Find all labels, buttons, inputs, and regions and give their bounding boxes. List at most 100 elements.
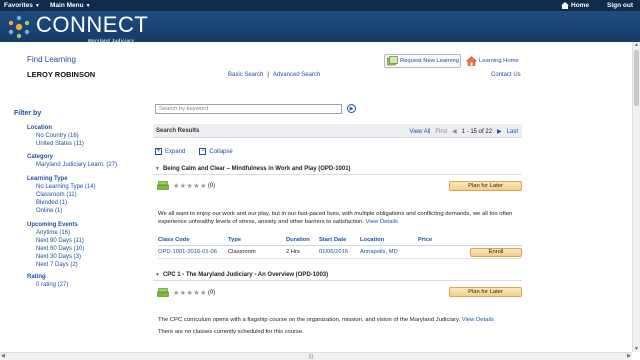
col-header: Location [360,237,385,243]
filter-group-upcoming-events: Upcoming Events Anytime (16) Next 90 Day… [27,222,84,269]
plan-for-later-button[interactable]: Plan for Later [449,181,522,191]
user-name: LEROY ROBINSON [27,70,96,79]
class-type: Classroom [228,249,256,255]
brand-subtitle: Maryland Judiciary [88,38,135,43]
request-learning-icon [387,56,398,66]
search-go-button[interactable]: ▶ [347,104,356,113]
course-description: We all want to enjoy our work and our pl… [158,211,518,226]
filter-heading: Filter by [14,110,42,117]
filter-option[interactable]: Blended (1) [36,199,96,207]
rating-stars-icon: ★★★★★ [173,182,207,190]
learning-books-icon [157,181,169,190]
brand-name: CONNECT [36,12,149,37]
course-title: Being Calm and Clear – Mindfulness in Wo… [162,166,351,172]
rating-count: (0) [207,182,216,189]
filter-option[interactable]: Next 30 Days (3) [36,253,84,261]
scroll-grip-icon[interactable]: ||| [309,354,313,360]
header-banner: CONNECT Maryland Judiciary [0,11,640,43]
search-link-separator: | [267,72,269,78]
view-details-link[interactable]: View Details [462,317,494,323]
request-new-learning-button[interactable]: Request New Learning [384,54,461,68]
filter-option[interactable]: Next 60 Days (10) [36,245,84,253]
last-page[interactable]: Last [507,129,518,135]
class-start-date[interactable]: 01/06/2016 [319,249,360,255]
sessions-header-row: Class Code Type Duration Start Date Loca… [158,237,522,246]
filter-option[interactable]: Maryland Judiciary Learn. (27) [36,161,117,169]
learning-home-label: Learning Home [479,58,519,64]
caret-down-icon: ▼ [85,2,91,9]
arrow-right-icon: ▶ [349,105,354,112]
view-details-link[interactable]: View Details [366,219,398,225]
request-new-learning-label: Request New Learning [400,58,459,64]
course-description-text: The CPC curriculum opens with a flagship… [158,317,461,323]
col-header: Price [418,237,433,243]
view-all-link[interactable]: View All [409,129,430,135]
sign-out-label: Sign out [607,2,633,9]
expand-collapse-controls: + Expand − Collapse [155,148,233,155]
advanced-search-link[interactable]: Advanced Search [273,72,320,78]
no-classes-note: There are no classes currently scheduled… [158,329,304,335]
collapse-icon[interactable]: − [199,148,207,155]
results-range: 1 - 15 of 22 [461,128,493,135]
scroll-right-icon[interactable]: ▶ [627,353,631,359]
main-menu[interactable]: Main Menu ▼ [50,2,91,9]
first-page[interactable]: First [435,129,447,135]
filter-option[interactable]: United States (11) [36,140,84,148]
page-title: Find Learning [27,55,76,64]
filter-option[interactable]: 0 rating (27) [36,281,68,289]
table-row: OPD-1001-2016-01-06 Classroom 2 Hrs 01/0… [158,246,522,259]
class-code-link[interactable]: OPD-1001-2016-01-06 [158,249,228,255]
plan-for-later-button[interactable]: Plan for Later [449,287,522,297]
sign-out-link[interactable]: Sign out [607,2,633,9]
col-header: Duration [286,237,310,243]
learning-home-link[interactable]: Learning Home [466,54,519,68]
search-mode-links: Basic Search | Advanced Search [228,72,320,78]
connect-logo-icon [8,15,30,39]
rating-stars-icon: ★★★★★ [173,289,207,297]
col-header: Type [228,237,242,243]
filter-option[interactable]: Classroom (11) [36,191,96,199]
filter-group-title: Category [27,154,54,160]
home-icon [561,2,569,9]
next-page-icon[interactable]: ▶ [497,128,502,135]
sessions-table: Class Code Type Duration Start Date Loca… [158,237,522,259]
collapse-triangle-icon[interactable]: ▼ [155,166,160,172]
collapse-triangle-icon[interactable]: ▼ [155,272,160,278]
scroll-down-icon[interactable]: ▼ [634,346,639,352]
pager: View All First ◀ 1 - 15 of 22 ▶ Last [409,128,518,136]
main-menu-label: Main Menu [50,2,84,9]
search-results-bar: Search Results View All First ◀ 1 - 15 o… [153,124,522,138]
learning-home-icon [466,56,477,66]
filter-option[interactable]: Anytime (16) [36,229,84,237]
filter-group-rating: Rating 0 rating (27) [27,274,68,289]
filter-group-learning-type: Learning Type No Learning Type (14) Clas… [27,176,96,215]
class-duration: 2 Hrs [286,249,300,255]
home-label: Home [571,2,590,9]
home-link[interactable]: Home [561,2,589,9]
filter-option[interactable]: Next 90 Days (11) [36,237,84,245]
course-title: CPC 1 - The Maryland Judiciary - An Over… [162,272,329,278]
favorites-menu[interactable]: Favorites ▼ [4,2,40,9]
scroll-thumb[interactable] [634,50,639,106]
basic-search-link[interactable]: Basic Search [228,72,263,78]
expand-link[interactable]: Expand [165,149,185,155]
course-header[interactable]: ▼ CPC 1 - The Maryland Judiciary - An Ov… [153,270,522,281]
horizontal-scrollbar[interactable]: ◀ ||| ▶ [0,352,632,360]
top-menu-bar: Favorites ▼ Main Menu ▼ Home Sign out [0,0,640,11]
scroll-left-icon[interactable]: ◀ [1,353,5,359]
class-location-link[interactable]: Annapolis, MD [360,249,418,255]
filter-option[interactable]: No Learning Type (14) [36,183,96,191]
enroll-button[interactable]: Enroll [470,247,522,257]
prev-page-icon[interactable]: ◀ [452,128,457,135]
search-input[interactable] [155,104,342,114]
filter-option[interactable]: No Country (16) [36,132,84,140]
filter-option[interactable]: Online (1) [36,207,96,215]
expand-icon[interactable]: + [155,148,162,155]
course-description: The CPC curriculum opens with a flagship… [158,317,518,325]
filter-option[interactable]: Next 7 Days (2) [36,261,84,269]
course-header[interactable]: ▼ Being Calm and Clear – Mindfulness in … [153,164,522,175]
scroll-up-icon[interactable]: ▲ [634,42,639,48]
collapse-link[interactable]: Collapse [209,149,232,155]
vertical-scrollbar[interactable]: ▲ ▼ [632,42,640,352]
contact-us-link[interactable]: Contact Us [491,72,521,78]
